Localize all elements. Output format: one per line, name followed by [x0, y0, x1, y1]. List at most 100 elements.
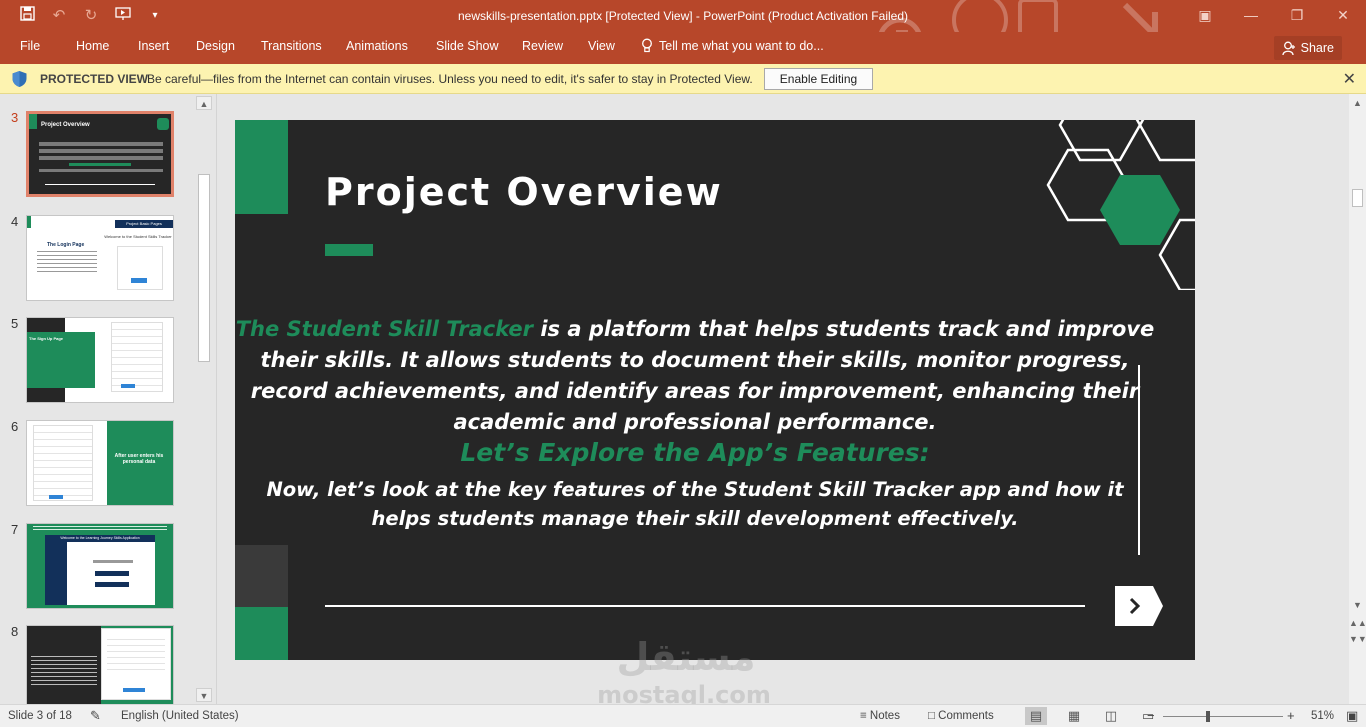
minimize-icon[interactable]: —: [1228, 0, 1274, 32]
scroll-up-icon[interactable]: ▲: [196, 96, 212, 110]
lightbulb-icon: [642, 38, 652, 53]
slide-scrollbar[interactable]: ▲ ▼ ▲▲ ▼▼: [1349, 94, 1366, 704]
thumb-title: Project Overview: [41, 122, 90, 128]
status-bar: Slide 3 of 18 ✎ English (United States) …: [0, 704, 1366, 727]
thumb-app-header: Welcome to the Learning Journey Skills A…: [45, 535, 155, 542]
zoom-level[interactable]: 51%: [1311, 710, 1334, 722]
thumbnail-number: 8: [11, 624, 19, 639]
thumbnail-slide-8[interactable]: [26, 625, 174, 705]
slide-sorter-icon[interactable]: ▦: [1063, 707, 1085, 725]
thumb-accent: [29, 114, 37, 129]
features-subheading: Let’s Explore the App’s Features:: [460, 438, 930, 467]
thumb-text-line: [39, 169, 163, 172]
thumb-form-button: [123, 688, 145, 692]
scroll-up-icon[interactable]: ▲: [1349, 96, 1366, 110]
notes-button[interactable]: ≡ Notes: [860, 710, 900, 722]
current-slide[interactable]: Project Overview The Student Skill Track…: [235, 120, 1195, 660]
close-icon[interactable]: ✕: [1320, 0, 1366, 32]
tab-view[interactable]: View: [588, 39, 615, 53]
comment-icon: □: [928, 710, 939, 722]
thumb-app-button: [95, 571, 129, 576]
thumb-form: [111, 322, 163, 392]
person-icon: [1281, 41, 1295, 55]
notes-icon: ≡: [860, 710, 870, 722]
thumb-hex: [157, 118, 169, 130]
slide-body-text: The Student Skill Tracker is a platform …: [235, 314, 1155, 438]
thumb-login: The Login Page: [47, 242, 85, 248]
tell-me-label: Tell me what you want to do...: [659, 38, 824, 53]
thumb-welcome: Welcome to the Student Skills Tracker: [104, 234, 172, 239]
thumb-form: [117, 246, 163, 290]
slide-title: Project Overview: [325, 170, 723, 214]
zoom-out-icon[interactable]: −: [1147, 708, 1155, 723]
thumb-app-sidebar: [45, 542, 67, 605]
thumbnail-slide-7[interactable]: Welcome to the Learning Journey Skills A…: [26, 523, 174, 609]
vertical-divider: [1138, 365, 1140, 555]
thumbnail-slide-6[interactable]: After user enters his personal data: [26, 420, 174, 506]
zoom-slider[interactable]: [1163, 716, 1283, 717]
next-slide-icon[interactable]: ▼▼: [1349, 632, 1366, 646]
thumbnail-number: 7: [11, 522, 19, 537]
thumb-text-line: [39, 142, 163, 146]
spelling-check-icon[interactable]: ✎: [90, 708, 101, 724]
thumb-form: [33, 425, 93, 501]
next-arrow-icon[interactable]: [1115, 586, 1163, 626]
thumbnail-slide-5[interactable]: The Sign Up Page: [26, 317, 174, 403]
thumbnail-number: 5: [11, 316, 19, 331]
horizontal-divider: [325, 605, 1085, 607]
tab-slide-show[interactable]: Slide Show: [436, 39, 499, 53]
protected-view-bar: PROTECTED VIEW Be careful—files from the…: [0, 64, 1366, 94]
tab-home[interactable]: Home: [76, 39, 109, 53]
tab-file[interactable]: File: [20, 39, 40, 53]
tab-transitions[interactable]: Transitions: [261, 39, 322, 53]
tab-insert[interactable]: Insert: [138, 39, 169, 53]
slide-counter: Slide 3 of 18: [8, 710, 72, 722]
closing-text: Now, let’s look at the key features of t…: [266, 478, 1124, 530]
ribbon-display-options-icon[interactable]: ▣: [1182, 0, 1228, 32]
reading-view-icon[interactable]: ◫: [1100, 707, 1122, 725]
zoom-in-icon[interactable]: +: [1287, 708, 1295, 723]
notes-label: Notes: [869, 710, 900, 722]
restore-icon[interactable]: ❐: [1274, 0, 1320, 32]
tab-animations[interactable]: Animations: [346, 39, 408, 53]
thumb-dark-block: [27, 318, 65, 332]
green-accent-block: [235, 607, 288, 660]
enable-editing-button[interactable]: Enable Editing: [764, 68, 873, 90]
thumb-dark-block: [27, 388, 65, 402]
tell-me-box[interactable]: Tell me what you want to do...: [641, 38, 824, 53]
comments-label: Comments: [938, 710, 994, 722]
scroll-down-icon[interactable]: ▼: [1349, 598, 1366, 612]
tab-review[interactable]: Review: [522, 39, 563, 53]
thumbnail-slide-3[interactable]: Project Overview: [26, 111, 174, 197]
title-bar: ↶ ↻ ▾ newskills-presentation.pptx [Prote…: [0, 0, 1366, 63]
scrollbar-thumb[interactable]: [1352, 189, 1363, 207]
shield-icon: [12, 71, 27, 87]
powerpoint-window: ↶ ↻ ▾ newskills-presentation.pptx [Prote…: [0, 0, 1366, 727]
thumbnail-number: 6: [11, 419, 19, 434]
close-icon[interactable]: ✕: [1343, 69, 1356, 89]
thumb-form-button: [49, 495, 63, 499]
tab-design[interactable]: Design: [196, 39, 235, 53]
thumb-app-button: [95, 582, 129, 587]
thumb-accent: [27, 216, 31, 228]
scrollbar-thumb[interactable]: [198, 174, 210, 362]
scroll-down-icon[interactable]: ▼: [196, 688, 212, 702]
thumb-text-line: [69, 163, 131, 166]
thumb-text-block: [33, 526, 167, 532]
normal-view-icon[interactable]: ▤: [1025, 707, 1047, 725]
thumb-header: Project Basic Pages: [115, 220, 173, 228]
previous-slide-icon[interactable]: ▲▲: [1349, 616, 1366, 630]
share-label: Share: [1300, 41, 1334, 55]
zoom-slider-handle[interactable]: [1206, 711, 1210, 722]
thumb-form-button: [131, 278, 147, 283]
thumbnail-slide-4[interactable]: Project Basic Pages Welcome to the Stude…: [26, 215, 174, 301]
ribbon-tabs: File Home Insert Design Transitions Anim…: [0, 32, 1366, 64]
fit-to-window-icon[interactable]: ▣: [1346, 708, 1358, 724]
share-button[interactable]: Share: [1273, 36, 1342, 60]
app-name-highlight: The Student Skill Tracker: [235, 317, 534, 341]
thumbnail-scrollbar[interactable]: ▲ ▼: [196, 96, 212, 702]
slide-thumbnail-pane: 3 Project Overview 4 Project Basic Pages…: [0, 94, 215, 705]
comments-button[interactable]: □ Comments: [928, 710, 994, 722]
green-accent-block: [235, 120, 288, 214]
language-indicator[interactable]: English (United States): [121, 710, 239, 722]
